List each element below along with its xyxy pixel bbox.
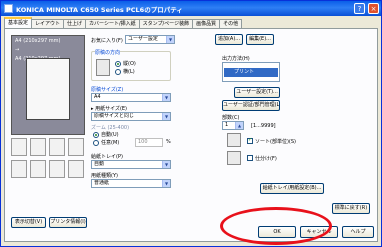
orientation-portrait-radio[interactable]: [115, 61, 121, 67]
orientation-portrait-label: 縦(O): [123, 61, 136, 67]
chevron-down-icon: ▼: [162, 94, 170, 101]
original-size-value: A4: [94, 94, 101, 100]
paper-tray-value: 自動: [94, 161, 105, 167]
zoom-unit: %: [166, 139, 171, 145]
paper-tray-settings-button[interactable]: 給紙トレイ/用紙設定(B)...: [260, 183, 324, 194]
paper-type-select[interactable]: 普通紙 ▼: [91, 179, 171, 188]
chevron-down-icon: ▼: [166, 36, 174, 43]
punch-icon: [30, 160, 46, 178]
title-bar: KONICA MINOLTA C650 Series PCL6のプロパティ ? …: [1, 1, 381, 16]
finisher-icon: [49, 138, 65, 156]
chevron-down-icon: ▼: [162, 161, 170, 168]
help-button[interactable]: ヘルプ: [342, 226, 374, 238]
portrait-page-icon: [96, 59, 110, 76]
offset-icon: [227, 151, 241, 165]
output-method-list[interactable]: プリント: [222, 62, 280, 82]
copies-input[interactable]: 1 ▲: [222, 121, 244, 130]
zoom-manual-radio[interactable]: [93, 140, 99, 146]
tab-bar: 基本設定 レイアウト 仕上げ カバーシート/挿入紙 スタンプ/ページ装飾 画像品質 その他: [4, 17, 243, 29]
zoom-auto-label: 自動(U): [101, 132, 119, 138]
paper-type-value: 普通紙: [94, 180, 110, 186]
output-method-label: 出力方法(H): [222, 56, 250, 62]
help-icon[interactable]: ?: [354, 3, 365, 14]
favorites-value: ユーザー設定: [128, 36, 158, 42]
collate-icon: [227, 133, 241, 147]
chevron-down-icon: ▼: [162, 180, 170, 187]
offset-label: 仕分け(F): [255, 156, 277, 162]
output-icon: [68, 138, 84, 156]
tray-icon: [30, 138, 46, 156]
orientation-label: 原稿の方向: [95, 49, 121, 56]
booklet-icon: [68, 160, 84, 178]
printer-icon: [4, 4, 13, 13]
paper-size-select[interactable]: 原稿サイズと同じ ▼: [91, 112, 171, 121]
offset-checkbox[interactable]: [247, 155, 253, 161]
paper-tray-select[interactable]: 自動 ▼: [91, 160, 171, 169]
output-method-selected[interactable]: プリント: [224, 68, 278, 77]
preview-sheet: [26, 58, 70, 120]
device-icons-row-1: [11, 138, 85, 160]
favorites-add-button[interactable]: 追加(A)...: [215, 34, 243, 45]
copies-value: 1: [225, 122, 229, 128]
favorites-edit-button[interactable]: 編集(E)...: [246, 34, 274, 45]
paper-size-label: ▸ 用紙サイズ(E): [91, 106, 128, 112]
copies-label: 部数(C): [222, 115, 240, 121]
zoom-auto-radio[interactable]: [93, 132, 99, 138]
user-settings-button[interactable]: ユーザー設定(T)...: [234, 87, 280, 98]
copies-range: [1...9999]: [251, 123, 276, 129]
spinner-icon[interactable]: ▲: [235, 122, 243, 129]
staple-icon: [11, 160, 27, 178]
paper-type-label: 用紙種類(Y): [91, 173, 118, 179]
paper-size-value: 原稿サイズと同じ: [94, 113, 134, 119]
orientation-landscape-radio[interactable]: [115, 69, 121, 75]
favorites-select[interactable]: ユーザー設定 ▼: [125, 35, 175, 44]
fold-icon: [49, 160, 65, 178]
zoom-value-input[interactable]: 100: [135, 138, 163, 147]
view-toggle-button[interactable]: 表示切替(V): [11, 217, 46, 228]
favorites-label: お気に入り(F): [91, 38, 123, 44]
orientation-landscape-label: 横(L): [123, 69, 135, 75]
tab-basic[interactable]: 基本設定: [4, 17, 33, 28]
paper-tray-label: 給紙トレイ(P): [91, 154, 123, 160]
original-size-select[interactable]: A4 ▼: [91, 93, 171, 102]
collate-checkbox[interactable]: [247, 137, 253, 144]
properties-window: KONICA MINOLTA C650 Series PCL6のプロパティ ? …: [0, 0, 382, 247]
preview-arrow: →: [15, 47, 20, 53]
zoom-value: 100: [138, 139, 148, 145]
printer-info-button[interactable]: プリンタ情報(I): [49, 217, 87, 228]
printer-body-icon: [11, 138, 27, 156]
zoom-manual-label: 任意(M): [101, 140, 120, 146]
page-preview: A4 (210x297 mm) → A4 (210x297 mm): [11, 35, 85, 135]
chevron-down-icon: ▼: [162, 113, 170, 120]
red-highlight-circle: [220, 207, 332, 245]
user-auth-button[interactable]: ユーザー認証/部門管理(L)...: [222, 100, 280, 111]
original-size-label: 原稿サイズ(Z): [91, 87, 124, 93]
zoom-label: ズーム (25-400): [91, 125, 130, 131]
collate-label: ソート(部単位)(S): [255, 139, 296, 145]
restore-default-button[interactable]: 標準に戻す(R): [332, 203, 370, 214]
basic-settings-panel: A4 (210x297 mm) → A4 (210x297 mm) 表示切替(V…: [4, 28, 378, 242]
close-icon[interactable]: ×: [368, 3, 379, 14]
window-title: KONICA MINOLTA C650 Series PCL6のプロパティ: [16, 6, 183, 14]
device-icons-row-2: [11, 160, 85, 182]
preview-original: A4 (210x297 mm): [15, 38, 61, 44]
